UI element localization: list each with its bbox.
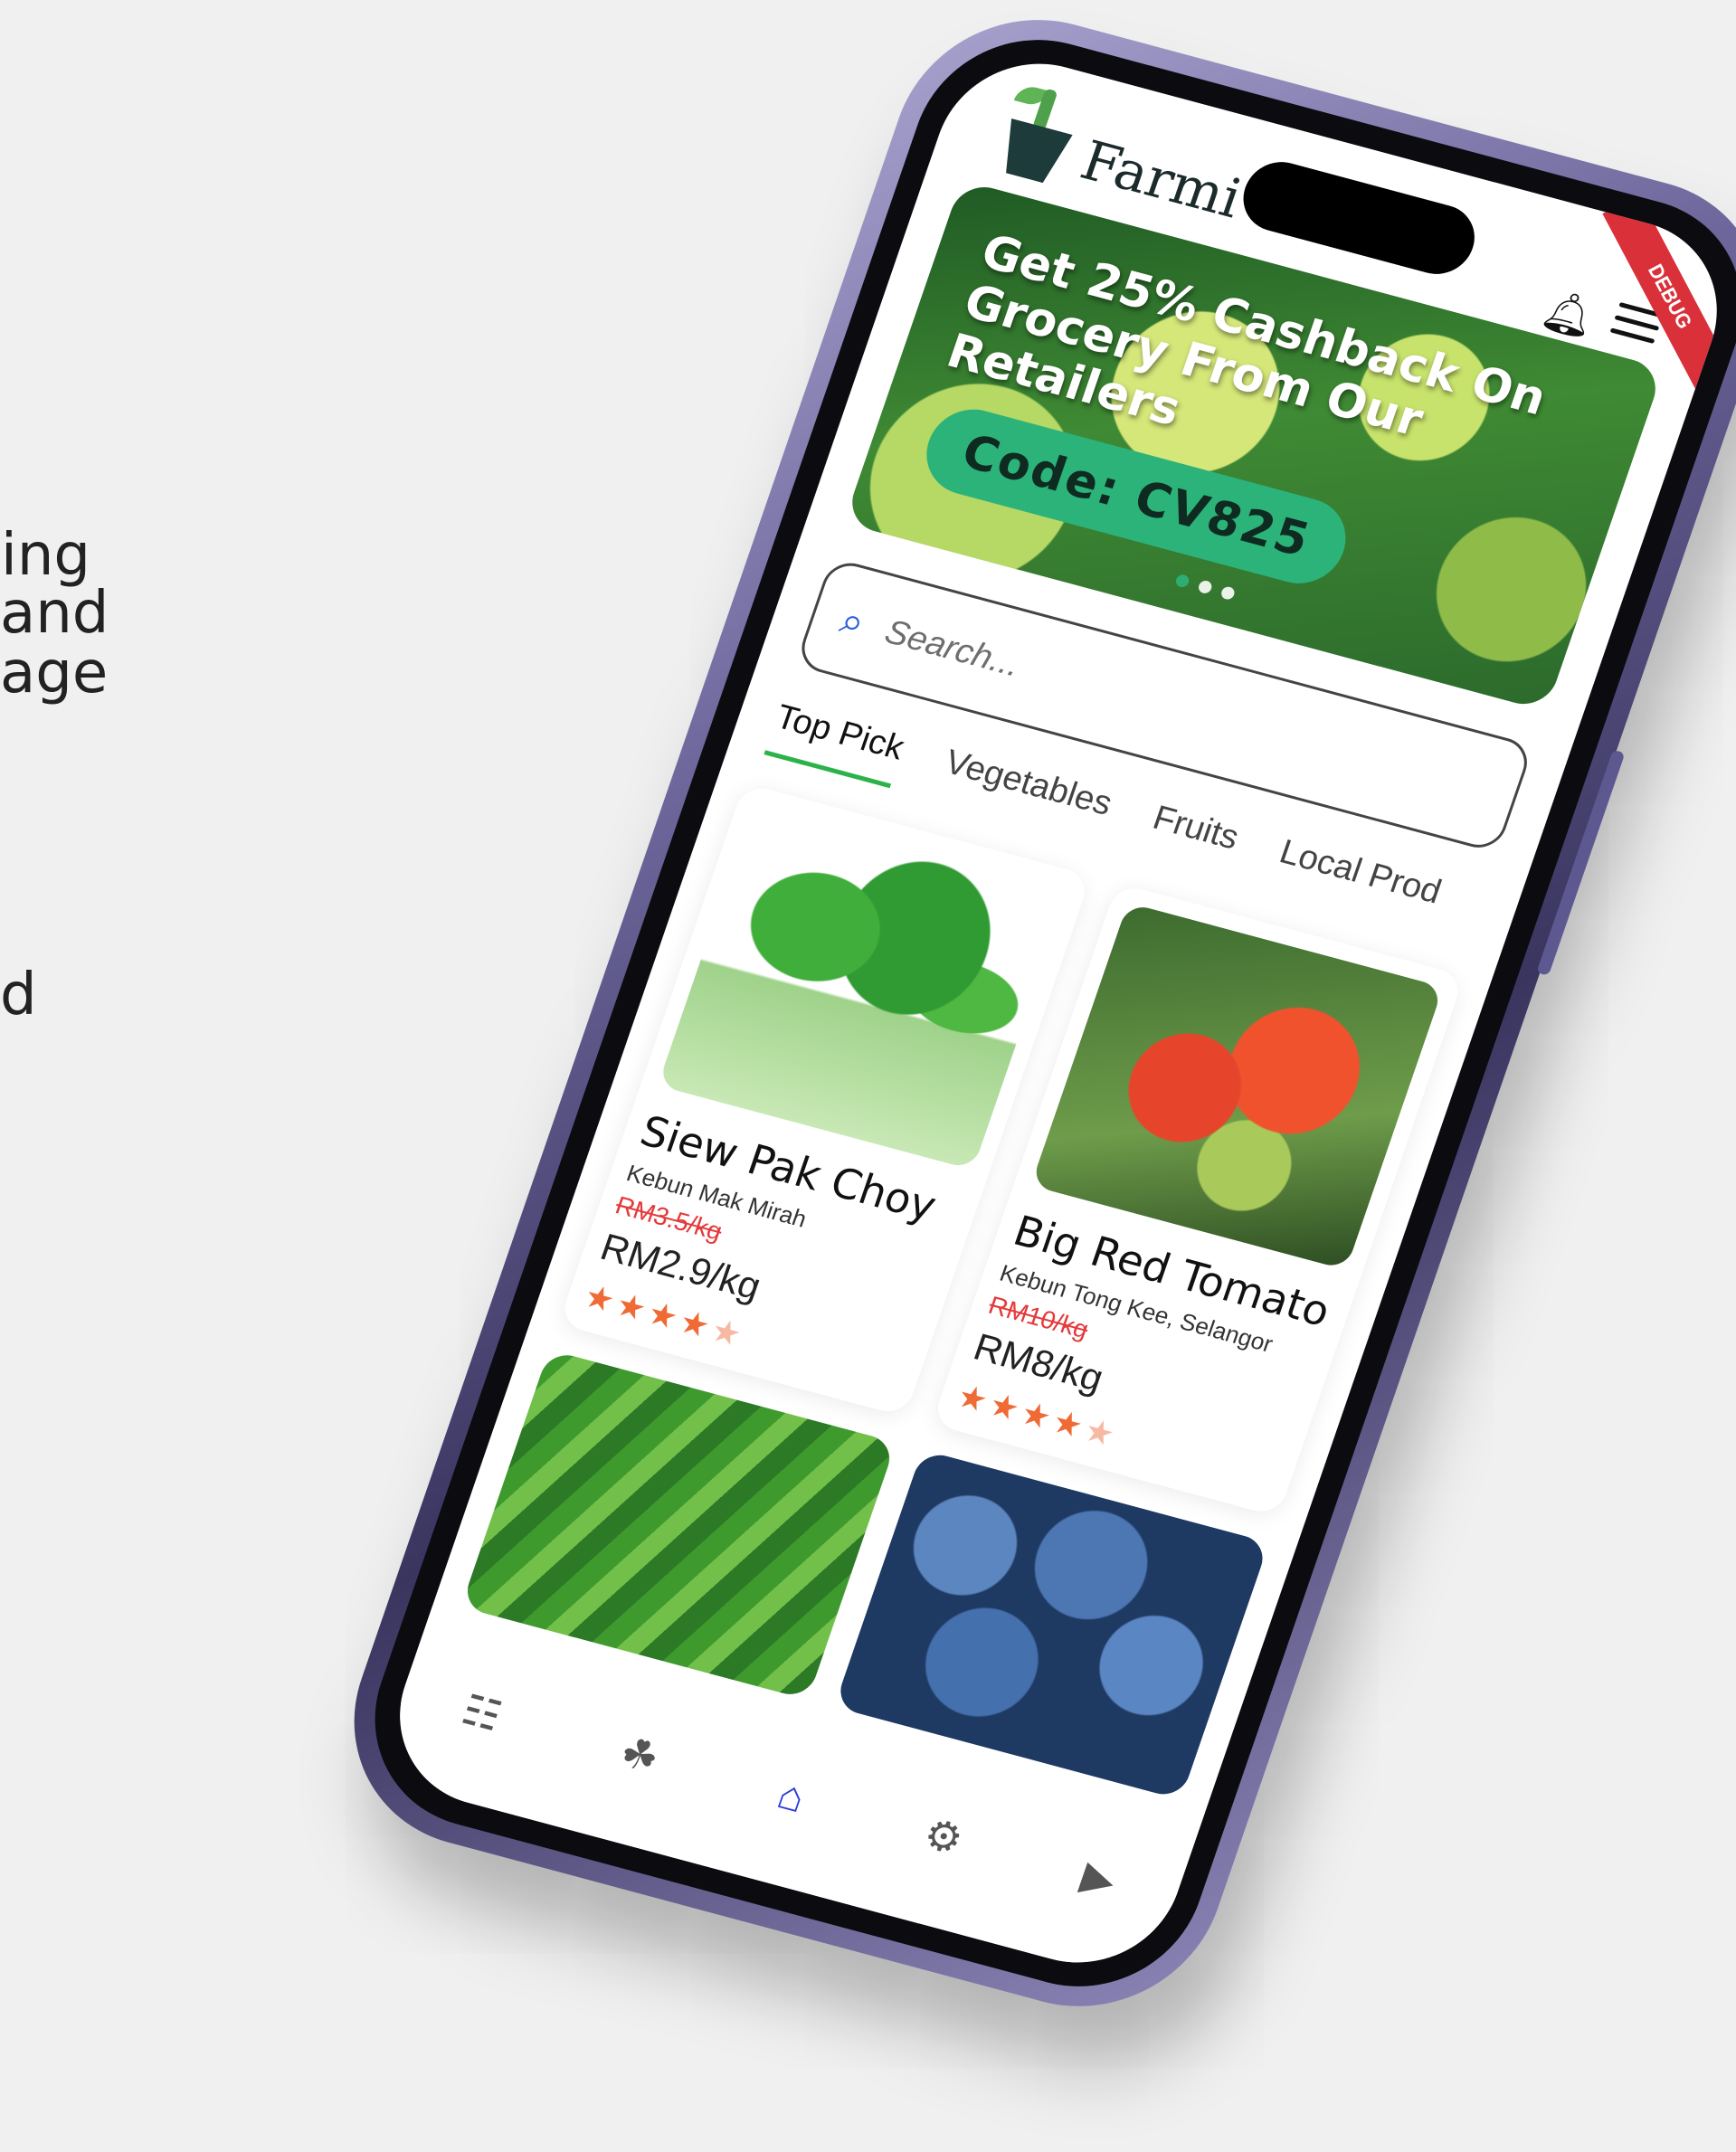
carousel-dots xyxy=(1174,573,1237,602)
phone-bezel: DEBUG Farmi 🔔︎ Get 25% Cashback On Groce… xyxy=(343,14,1736,2013)
carousel-dot[interactable] xyxy=(1197,579,1214,595)
side-text-3: age xyxy=(0,640,109,706)
side-text-2: and xyxy=(0,580,109,647)
plant-icon[interactable]: ☘ xyxy=(613,1727,666,1783)
carousel-dot[interactable] xyxy=(1219,585,1237,602)
app-screen: DEBUG Farmi 🔔︎ Get 25% Cashback On Groce… xyxy=(373,42,1736,1985)
search-icon: ⌕ xyxy=(834,597,871,646)
logo-pot-icon xyxy=(994,119,1073,186)
tab-top-pick[interactable]: Top Pick xyxy=(764,697,909,789)
video-icon[interactable]: ▶ xyxy=(1076,1851,1123,1905)
stats-icon[interactable]: ☷ xyxy=(456,1684,508,1740)
side-text-1: ing xyxy=(1,522,90,589)
robot-icon[interactable]: ⚙ xyxy=(917,1808,970,1864)
app-brand-name: Farmi xyxy=(1073,128,1249,232)
carousel-dot[interactable] xyxy=(1174,573,1191,589)
product-image xyxy=(657,802,1071,1171)
tab-fruits[interactable]: Fruits xyxy=(1141,799,1243,877)
home-icon[interactable]: ⌂ xyxy=(772,1769,811,1822)
tab-vegetables[interactable]: Vegetables xyxy=(933,744,1116,844)
phone-frame: DEBUG Farmi 🔔︎ Get 25% Cashback On Groce… xyxy=(317,0,1736,2037)
tab-local-products[interactable]: Local Prod xyxy=(1267,833,1446,933)
phone-mockup: DEBUG Farmi 🔔︎ Get 25% Cashback On Groce… xyxy=(109,0,1736,2135)
bell-icon[interactable]: 🔔︎ xyxy=(1535,284,1602,345)
product-image xyxy=(1030,902,1444,1270)
side-text-4: d xyxy=(0,962,37,1029)
